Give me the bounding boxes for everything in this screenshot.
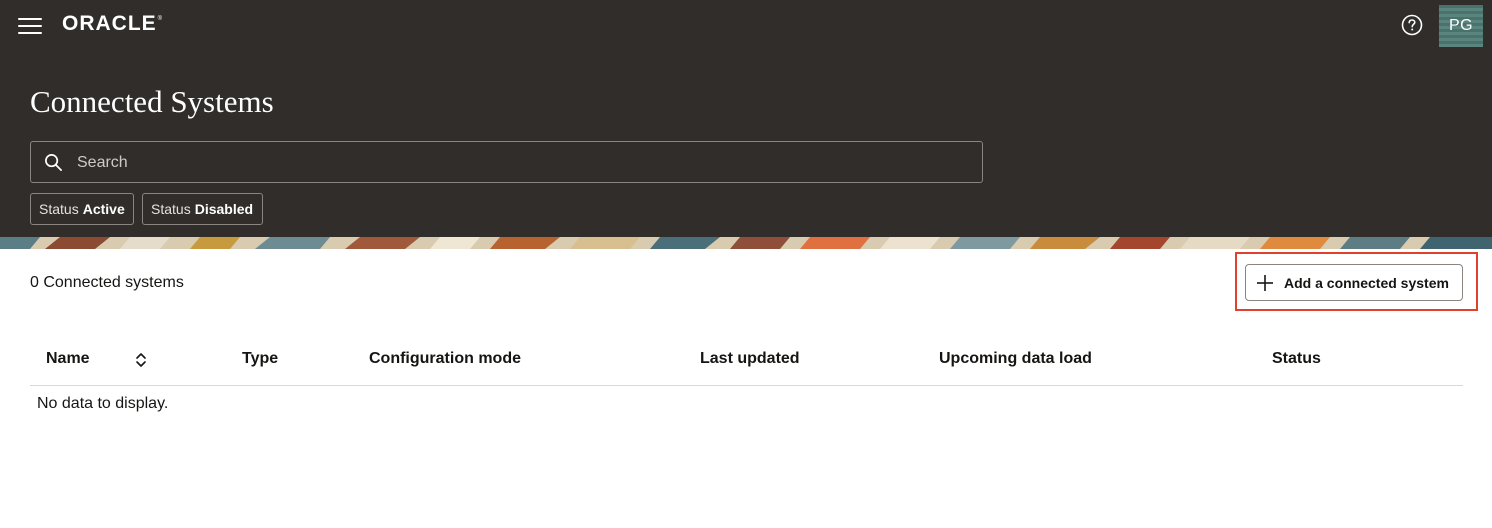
search-box[interactable] [30,141,983,184]
connected-systems-count: 0 Connected systems [30,274,184,291]
add-connected-system-label: Add a connected system [1284,274,1449,291]
decorative-banner [0,237,1492,249]
filter-chip-status-active[interactable]: Status Active [30,193,134,225]
filter-chip-value: Disabled [194,201,254,217]
add-connected-system-button[interactable]: Add a connected system [1245,264,1463,301]
column-header-last-updated: Last updated [700,350,800,367]
empty-table-message: No data to display. [37,395,169,412]
filter-chip-status-disabled[interactable]: Status Disabled [142,193,263,225]
sort-icon[interactable] [134,352,148,368]
page-title: Connected Systems [30,84,274,119]
table-header: Name Type Configuration mode Last update… [30,340,1463,386]
help-icon[interactable] [1401,14,1423,36]
plus-icon [1257,274,1273,291]
filter-chip-label: Status [39,201,79,217]
column-header-upcoming-data-load: Upcoming data load [939,350,1092,367]
app-header: ORACLE® PG Connected Systems Status Acti… [0,0,1492,237]
hamburger-menu-icon[interactable] [18,16,42,36]
column-header-name[interactable]: Name [46,350,90,368]
filter-chip-value: Active [82,201,125,217]
column-header-status: Status [1272,350,1321,367]
oracle-logo[interactable]: ORACLE® [62,12,163,36]
filter-chip-label: Status [151,201,191,217]
column-header-type: Type [242,350,279,367]
column-header-configuration-mode: Configuration mode [369,350,521,367]
search-icon [45,154,62,171]
search-input[interactable] [75,142,959,184]
user-avatar[interactable]: PG [1439,5,1483,47]
